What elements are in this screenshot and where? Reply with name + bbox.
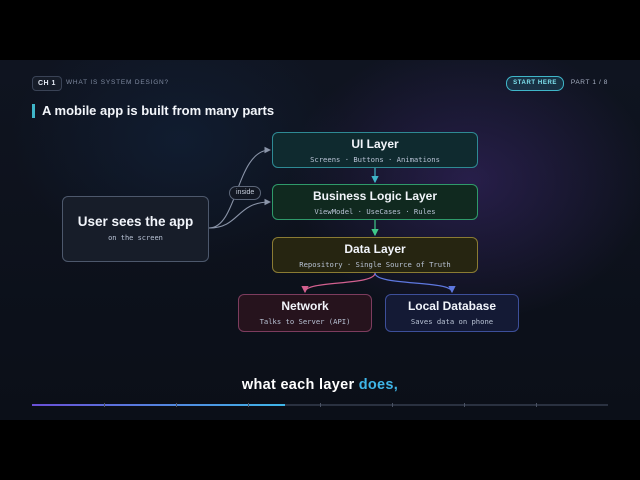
user-node: User sees the app on the screen xyxy=(62,196,209,262)
network-title: Network xyxy=(281,299,329,313)
progress-segment-tick xyxy=(176,403,177,407)
data-layer-title: Data Layer xyxy=(344,242,406,256)
user-node-title: User sees the app xyxy=(77,214,194,229)
local-database-subtitle: Saves data on phone xyxy=(410,317,494,326)
business-logic-layer-node: Business Logic Layer ViewModel · UseCase… xyxy=(272,184,478,220)
progress-segment-tick xyxy=(464,403,465,407)
caption-highlight: does, xyxy=(358,377,399,393)
ui-layer-title: UI Layer xyxy=(351,137,399,151)
business-logic-layer-title: Business Logic Layer xyxy=(312,189,438,203)
edge-label-inside: inside xyxy=(229,186,262,200)
data-layer-node: Data Layer Repository · Single Source of… xyxy=(272,237,478,273)
local-database-node: Local Database Saves data on phone xyxy=(385,294,519,332)
progress-segment-tick xyxy=(104,403,105,407)
ui-layer-node: UI Layer Screens · Buttons · Animations xyxy=(272,132,478,168)
progress-segment-tick xyxy=(248,403,249,407)
network-subtitle: Talks to Server (API) xyxy=(259,317,351,326)
ui-layer-subtitle: Screens · Buttons · Animations xyxy=(310,155,440,164)
data-layer-subtitle: Repository · Single Source of Truth xyxy=(299,260,451,269)
progress-segment-tick xyxy=(320,403,321,407)
data-to-local-arrow xyxy=(374,272,456,294)
network-node: Network Talks to Server (API) xyxy=(238,294,372,332)
user-to-biz-arrow xyxy=(208,198,272,229)
progress-bar[interactable] xyxy=(32,403,608,407)
local-database-title: Local Database xyxy=(407,299,497,313)
progress-segment-tick xyxy=(536,403,537,407)
progress-segment-tick xyxy=(392,403,393,407)
caption-text: what each layer xyxy=(241,377,355,393)
business-logic-layer-subtitle: ViewModel · UseCases · Rules xyxy=(314,207,436,216)
data-to-network-arrow xyxy=(301,272,376,294)
user-node-subtitle: on the screen xyxy=(108,234,163,242)
subtitle-caption: what each layer does, xyxy=(0,377,640,393)
video-frame: CH 1 WHAT IS SYSTEM DESIGN? START HERE P… xyxy=(0,60,640,420)
